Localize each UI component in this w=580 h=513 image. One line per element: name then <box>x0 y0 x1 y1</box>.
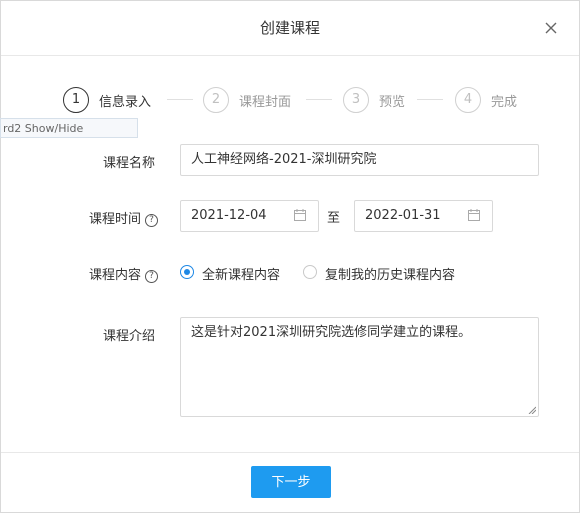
course-name-label: 课程名称 <box>103 156 156 171</box>
step-2-number: 2 <box>203 87 229 113</box>
course-intro-label: 课程介绍 <box>103 329 156 344</box>
start-date-input[interactable]: 2021-12-04 <box>180 200 319 232</box>
close-icon[interactable] <box>543 20 559 36</box>
step-2-label: 课程封面 <box>239 95 292 110</box>
calendar-icon <box>294 209 306 221</box>
step-1-number: 1 <box>63 87 89 113</box>
course-intro-textarea[interactable]: 这是针对2021深圳研究院选修同学建立的课程。 <box>180 317 539 417</box>
radio-new-content-label: 全新课程内容 <box>202 268 281 283</box>
step-connector <box>306 99 332 100</box>
end-date-value: 2022-01-31 <box>365 208 441 223</box>
create-course-dialog: 创建课程 1 信息录入 2 课程封面 3 预览 4 完成 rd2 Show/Hi… <box>0 0 580 513</box>
course-name-input[interactable]: 人工神经网络-2021-深圳研究院 <box>180 144 539 176</box>
course-content-label-text: 课程内容 <box>89 268 142 283</box>
date-range-separator: 至 <box>327 211 341 226</box>
step-connector <box>417 99 443 100</box>
radio-copy-history-label: 复制我的历史课程内容 <box>325 268 456 283</box>
course-content-label: 课程内容? <box>89 264 159 283</box>
step-3-number: 3 <box>343 87 369 113</box>
radio-dot <box>303 265 317 279</box>
dialog-header: 创建课程 <box>1 1 579 56</box>
radio-dot <box>180 265 194 279</box>
dialog-title: 创建课程 <box>259 19 320 37</box>
start-date-value: 2021-12-04 <box>191 208 267 223</box>
step-connector <box>167 99 193 100</box>
course-time-label-text: 课程时间 <box>89 212 142 227</box>
course-intro-text: 这是针对2021深圳研究院选修同学建立的课程。 <box>191 325 472 340</box>
show-hide-tooltip: rd2 Show/Hide <box>0 118 138 138</box>
steps-bar: 1 信息录入 2 课程封面 3 预览 4 完成 <box>1 87 579 115</box>
step-3-label: 预览 <box>379 95 406 110</box>
resize-handle-icon[interactable] <box>528 406 536 414</box>
calendar-icon <box>468 209 480 221</box>
end-date-input[interactable]: 2022-01-31 <box>354 200 493 232</box>
step-4-number: 4 <box>455 87 481 113</box>
step-1-label: 信息录入 <box>99 95 152 110</box>
next-step-button[interactable]: 下一步 <box>251 466 331 498</box>
question-circle-icon[interactable]: ? <box>145 214 159 227</box>
step-4-label: 完成 <box>491 95 518 110</box>
question-circle-icon[interactable]: ? <box>145 270 159 283</box>
course-time-label: 课程时间? <box>89 208 159 227</box>
